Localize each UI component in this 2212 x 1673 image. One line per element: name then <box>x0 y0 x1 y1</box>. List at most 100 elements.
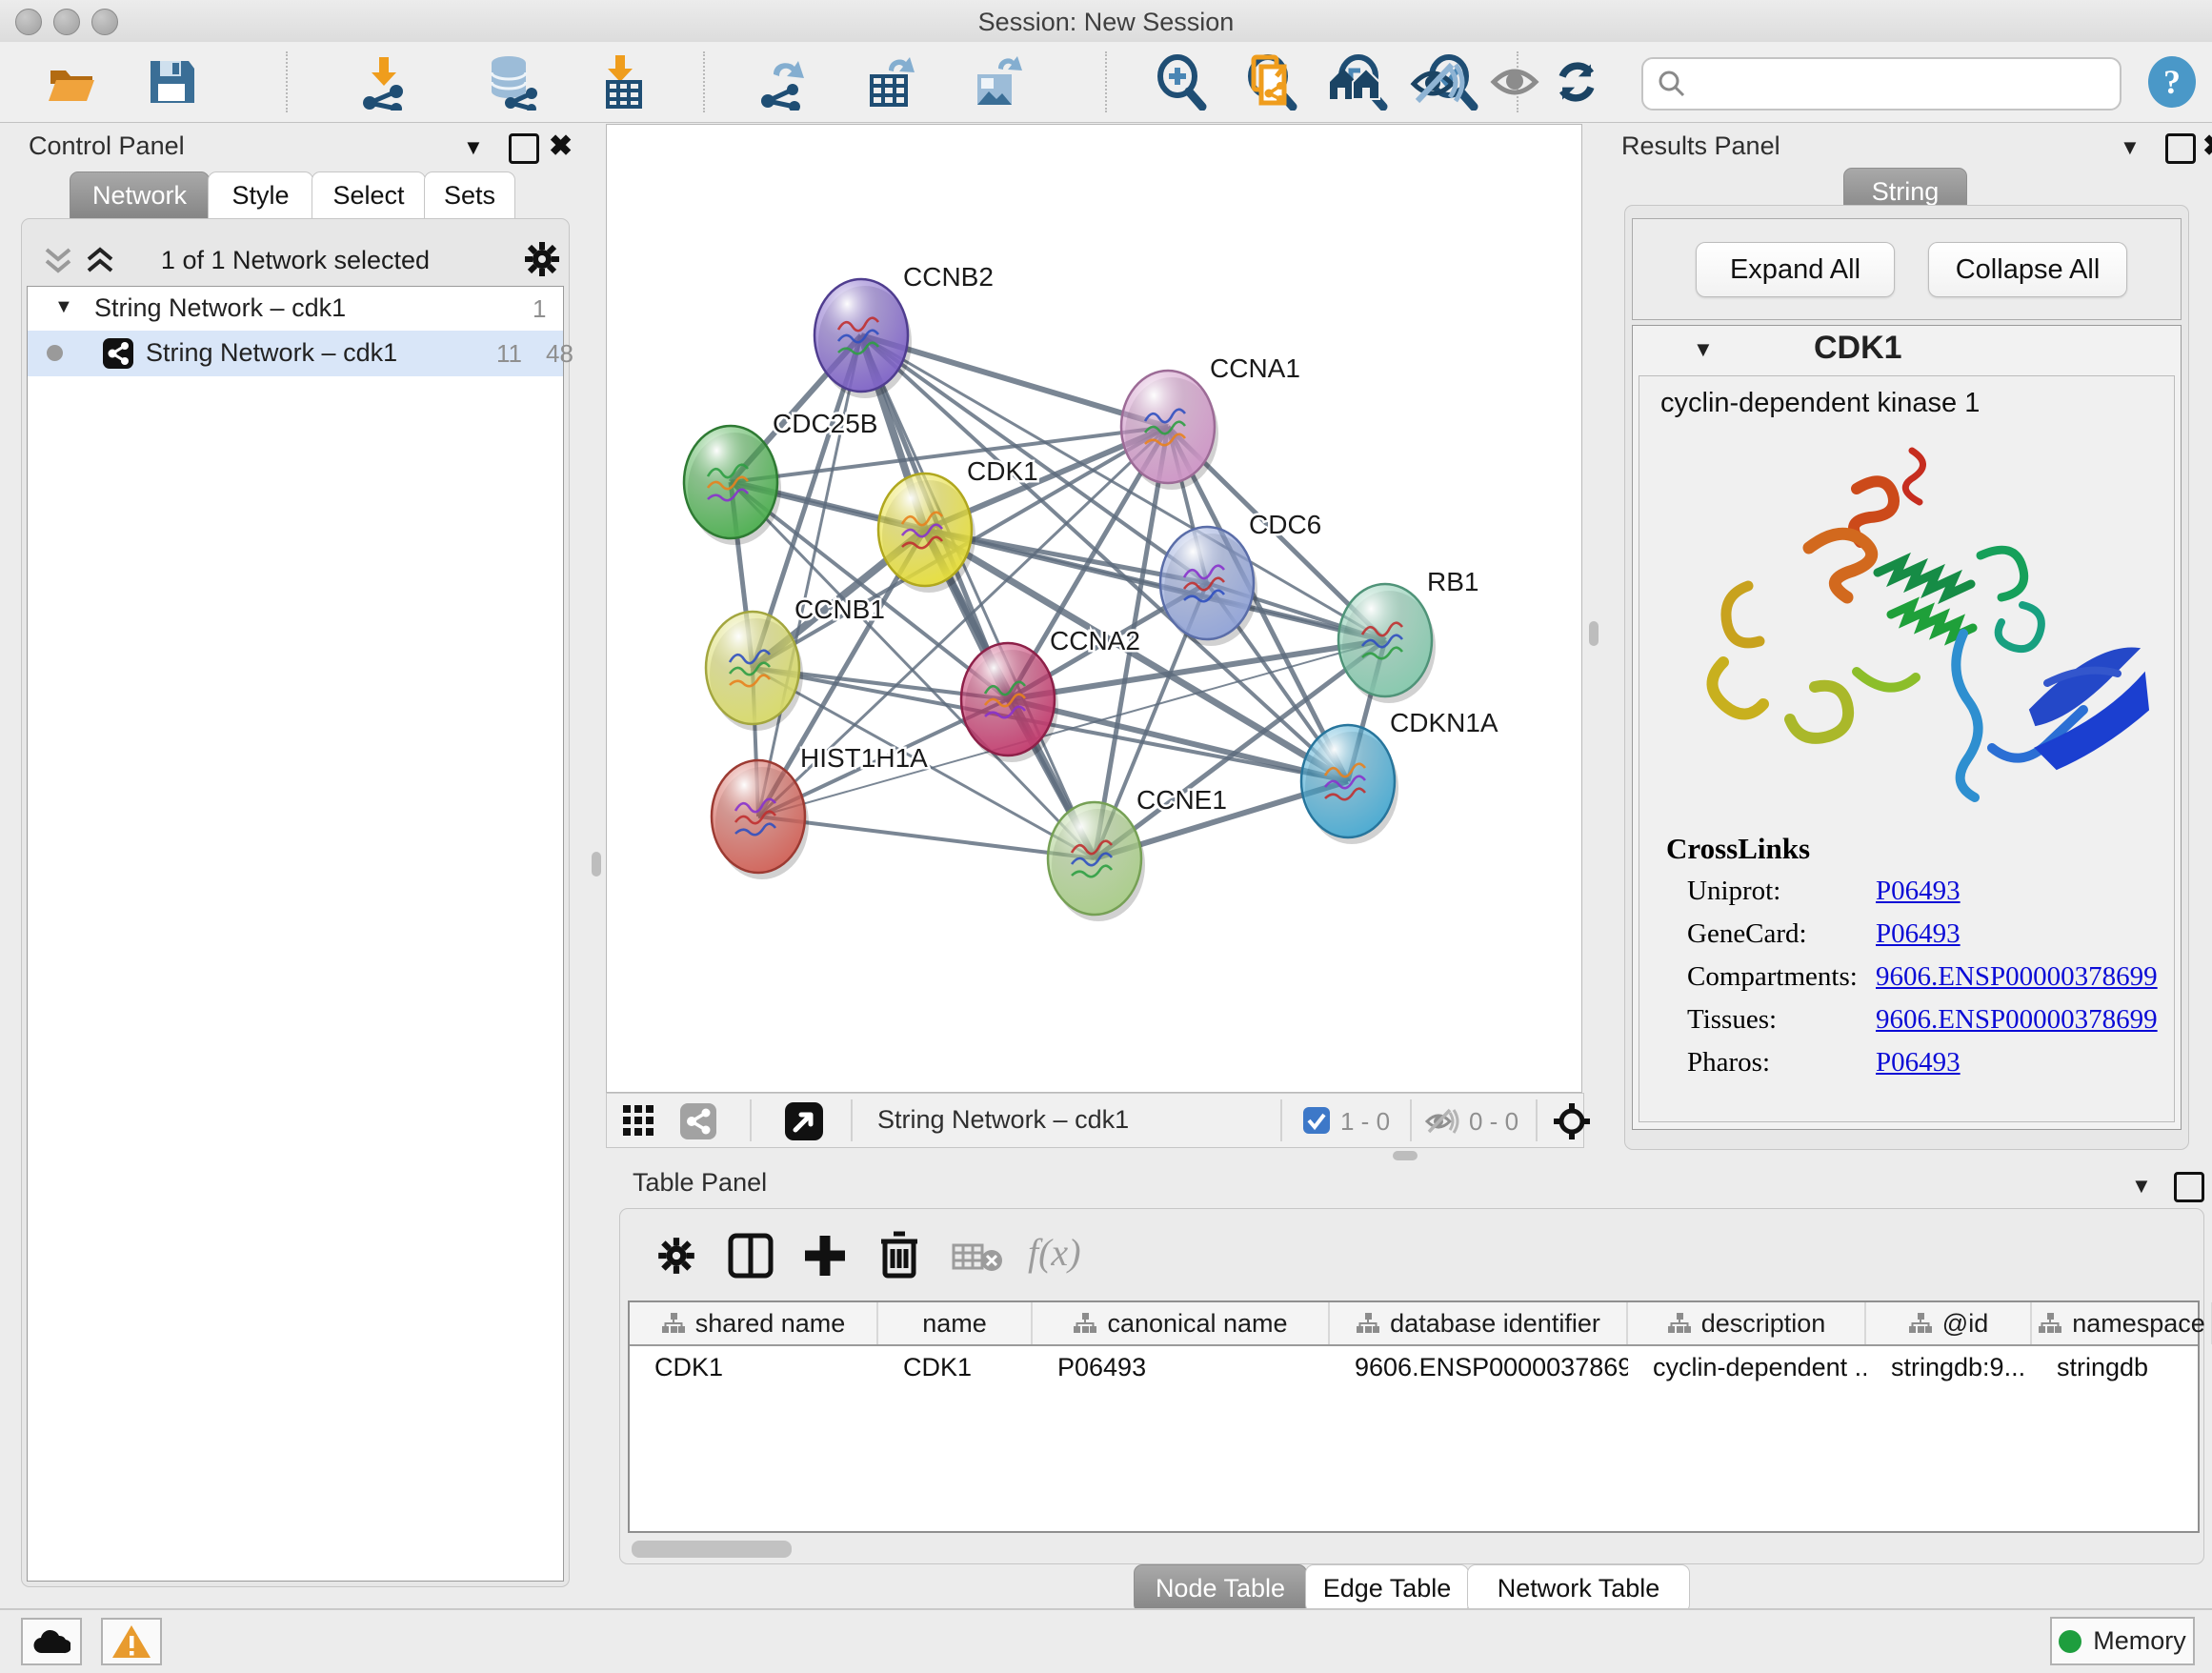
column-header-database-identifier[interactable]: database identifier <box>1330 1302 1628 1344</box>
cloud-status-button[interactable] <box>21 1618 82 1665</box>
window-title: Session: New Session <box>0 8 2212 37</box>
crosslink-value-link[interactable]: P06493 <box>1876 918 1961 950</box>
column-header-description[interactable]: description <box>1628 1302 1866 1344</box>
vertical-splitter-handle[interactable] <box>592 852 601 877</box>
network-node-cdc6[interactable]: CDC6 <box>1160 510 1321 646</box>
control-panel-undock-icon[interactable] <box>509 133 539 164</box>
table-cell: P06493 <box>1033 1346 1330 1388</box>
tab-node-table[interactable]: Node Table <box>1134 1564 1307 1613</box>
column-header--id[interactable]: @id <box>1866 1302 2032 1344</box>
column-header-namespace[interactable]: namespace <box>2032 1302 2212 1344</box>
network-edge[interactable] <box>861 335 1095 858</box>
table-panel-undock-icon[interactable] <box>2174 1172 2204 1202</box>
help-icon[interactable]: ? <box>2145 55 2199 109</box>
current-network-dot-icon <box>47 345 63 361</box>
add-column-icon[interactable] <box>801 1232 849 1280</box>
vertical-splitter-handle[interactable] <box>1589 621 1599 646</box>
column-header-shared-name[interactable]: shared name <box>630 1302 878 1344</box>
open-in-window-icon[interactable] <box>784 1101 824 1141</box>
selected-node-edge-counts: 1 - 0 <box>1340 1107 1390 1137</box>
refresh-icon[interactable] <box>1550 55 1603 109</box>
crosslink-value-link[interactable]: P06493 <box>1876 1047 1961 1078</box>
table-cell: stringdb:9... <box>1866 1346 2032 1388</box>
table-rows: CDK1CDK1P064939606.ENSP00000378699cyclin… <box>630 1346 2198 1388</box>
network-node-hist1h1a[interactable]: HIST1H1A <box>712 743 928 879</box>
column-header-name[interactable]: name <box>878 1302 1033 1344</box>
network-canvas[interactable]: CCNB2CCNA1CDC25BCDK1CDC6RB1CCNB1CCNA2CDK… <box>606 124 1582 1093</box>
table-panel-float-icon[interactable]: ▼ <box>2131 1174 2152 1199</box>
table-panel: Table Panel ▼ ✖ f(x) shared namename <box>606 1157 2212 1608</box>
gene-symbol: CDK1 <box>1814 330 1902 367</box>
table-settings-gear-icon[interactable] <box>654 1234 698 1278</box>
network-node-count: 11 <box>496 339 522 369</box>
tab-network[interactable]: Network <box>70 171 210 220</box>
delete-column-icon[interactable] <box>875 1230 923 1280</box>
control-panel-float-icon[interactable]: ▼ <box>463 135 484 160</box>
crosslink-value-link[interactable]: 9606.ENSP00000378699 <box>1876 1004 2158 1036</box>
show-columns-icon[interactable] <box>727 1232 774 1280</box>
warning-status-button[interactable] <box>101 1618 162 1665</box>
zoom-in-icon[interactable] <box>1153 53 1210 111</box>
cloud-icon <box>32 1628 70 1655</box>
table-row[interactable]: CDK1CDK1P064939606.ENSP00000378699cyclin… <box>630 1346 2198 1388</box>
tab-select[interactable]: Select <box>312 171 426 220</box>
network-node-ccnb1[interactable]: CCNB1 <box>706 595 885 731</box>
collection-expander-icon[interactable]: ▼ <box>54 296 73 318</box>
tab-network-table[interactable]: Network Table <box>1467 1564 1690 1613</box>
grid-view-icon[interactable] <box>622 1104 656 1137</box>
search-input[interactable] <box>1641 57 2122 111</box>
column-header-label: database identifier <box>1390 1309 1600 1339</box>
export-network-icon[interactable] <box>753 53 810 111</box>
collapse-all-button[interactable]: Collapse All <box>1928 242 2127 297</box>
control-panel-close-icon[interactable]: ✖ <box>549 130 573 163</box>
save-session-icon[interactable] <box>143 53 200 111</box>
network-collection-row[interactable]: ▼ String Network – cdk1 1 <box>28 287 563 331</box>
node-label: CCNB1 <box>794 595 885 624</box>
results-panel-float-icon[interactable]: ▼ <box>2120 135 2141 160</box>
zoom-fit-icon[interactable] <box>1334 53 1391 111</box>
crosslink-label: Compartments: <box>1687 961 1858 993</box>
tab-style[interactable]: Style <box>208 171 313 220</box>
gene-detail-box: cyclin-dependent kinase 1 <box>1639 375 2175 1122</box>
network-selection-summary: 1 of 1 Network selected <box>22 246 569 275</box>
open-session-icon[interactable] <box>43 53 100 111</box>
memory-button[interactable]: Memory <box>2050 1617 2195 1665</box>
network-share-view-icon[interactable] <box>679 1102 717 1140</box>
import-table-icon[interactable] <box>593 53 650 111</box>
crosslink-value-link[interactable]: 9606.ENSP00000378699 <box>1876 961 2158 993</box>
results-panel-undock-icon[interactable] <box>2165 133 2196 164</box>
delete-table-icon <box>952 1241 1005 1274</box>
network-node-ccnb2[interactable]: CCNB2 <box>814 262 994 398</box>
node-table: shared name namecanonical name database id… <box>628 1300 2200 1533</box>
table-cell: CDK1 <box>630 1346 878 1388</box>
column-header-label: shared name <box>695 1309 846 1339</box>
selected-checkbox-icon[interactable] <box>1302 1106 1331 1135</box>
crosslink-value-link[interactable]: P06493 <box>1876 876 1961 907</box>
zoom-selected-icon[interactable] <box>1424 53 1481 111</box>
column-header-label: description <box>1701 1309 1826 1339</box>
column-header-canonical-name[interactable]: canonical name <box>1033 1302 1330 1344</box>
column-type-icon <box>1356 1312 1380 1335</box>
export-table-icon[interactable] <box>862 53 919 111</box>
tab-edge-table[interactable]: Edge Table <box>1305 1564 1469 1613</box>
node-label: CCNB2 <box>903 262 994 292</box>
column-header-label: @id <box>1942 1309 1988 1339</box>
table-horizontal-scrollbar[interactable] <box>632 1541 792 1558</box>
import-database-icon[interactable] <box>484 53 541 111</box>
tab-sets[interactable]: Sets <box>424 171 515 220</box>
results-panel-close-icon[interactable]: ✖ <box>2202 130 2212 163</box>
network-node-rb1[interactable]: RB1 <box>1338 567 1478 703</box>
network-row-selected[interactable]: String Network – cdk1 11 48 <box>28 331 563 376</box>
network-graph[interactable]: CCNB2CCNA1CDC25BCDK1CDC6RB1CCNB1CCNA2CDK… <box>607 125 1581 1092</box>
import-network-icon[interactable] <box>354 53 412 111</box>
crosslink-row: GeneCard:P06493 <box>1639 915 2174 957</box>
gene-collapse-icon[interactable]: ▼ <box>1693 337 1714 362</box>
network-node-ccne1[interactable]: CCNE1 <box>1048 785 1227 921</box>
export-image-icon[interactable] <box>970 53 1027 111</box>
network-options-gear-icon[interactable] <box>521 238 563 280</box>
birds-eye-view-icon[interactable] <box>1552 1101 1592 1141</box>
network-node-cdkn1a[interactable]: CDKN1A <box>1301 708 1498 844</box>
zoom-out-icon[interactable] <box>1243 53 1300 111</box>
expand-all-button[interactable]: Expand All <box>1696 242 1895 297</box>
column-type-icon <box>1667 1312 1692 1335</box>
